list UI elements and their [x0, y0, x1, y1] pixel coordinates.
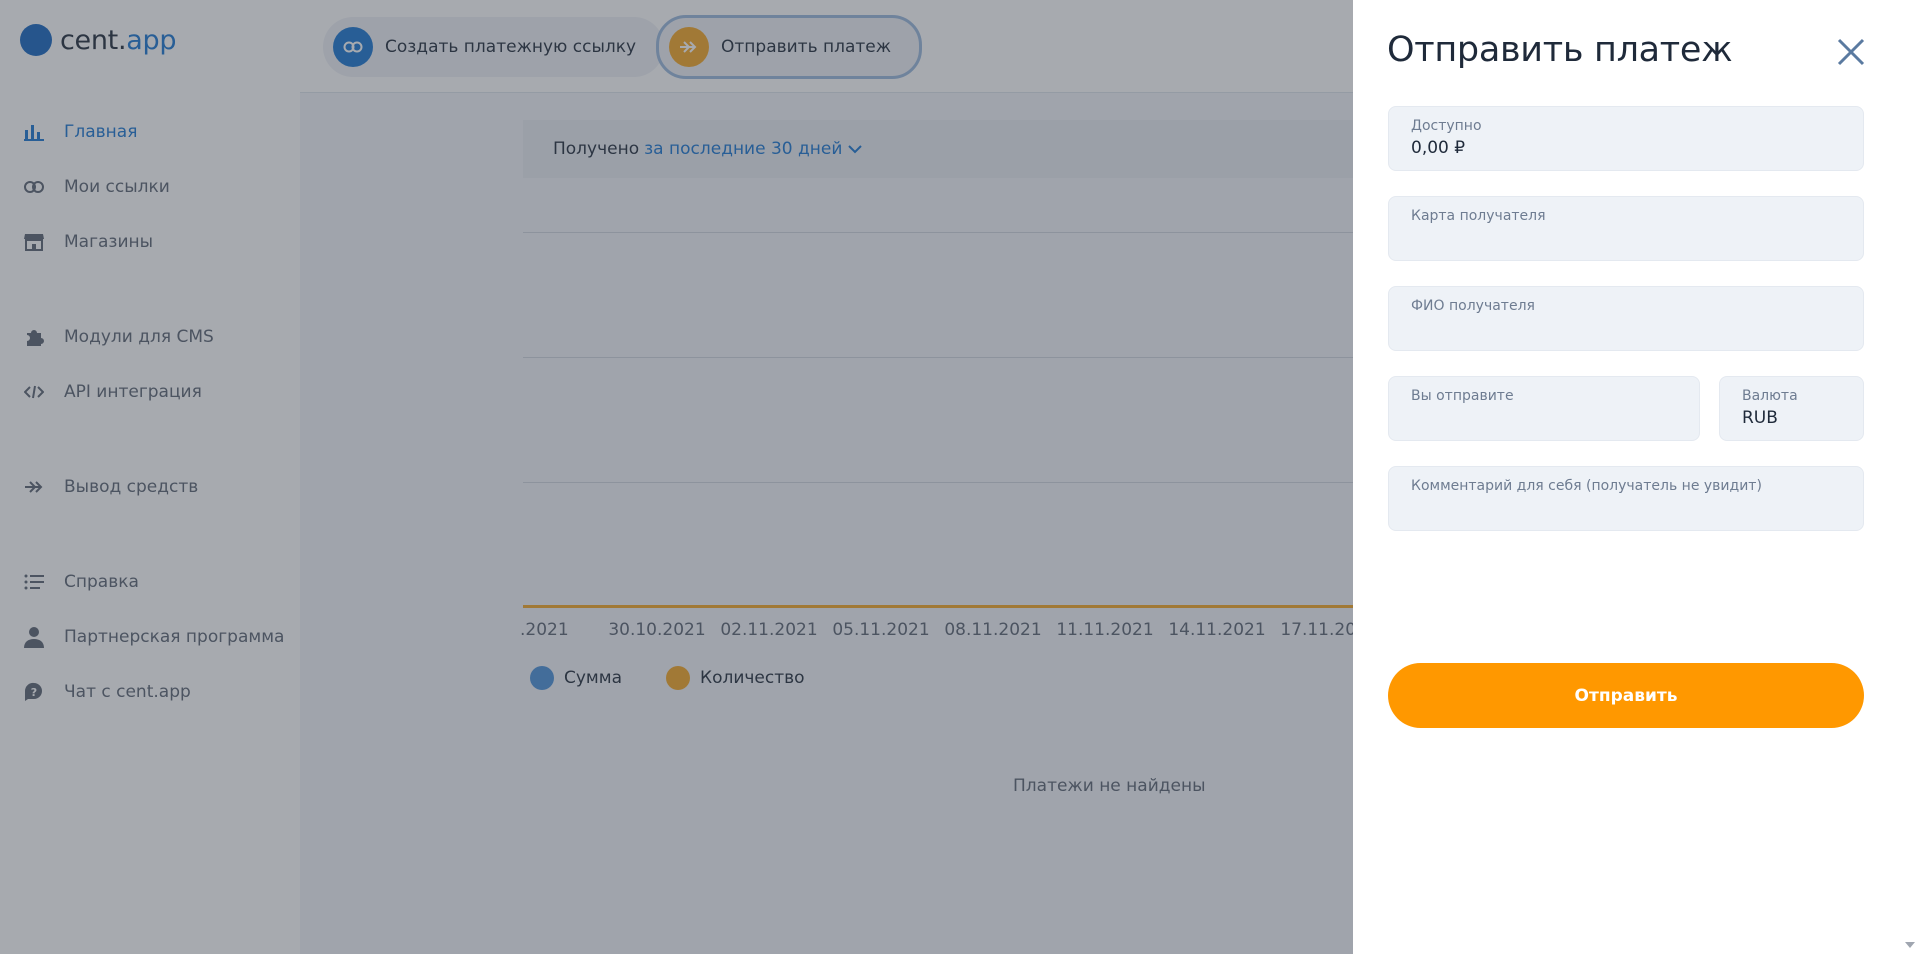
page-scrollbar[interactable]	[1900, 0, 1920, 954]
currency-select[interactable]: Валюта RUB	[1719, 376, 1864, 441]
currency-value: RUB	[1742, 408, 1778, 428]
scroll-down-arrow-icon[interactable]	[1905, 942, 1915, 948]
send-amount-input[interactable]	[1411, 407, 1687, 433]
comment-input[interactable]	[1411, 497, 1851, 523]
recipient-card-input[interactable]	[1411, 227, 1851, 253]
recipient-name-field[interactable]: ФИО получателя	[1388, 286, 1864, 351]
recipient-card-field[interactable]: Карта получателя	[1388, 196, 1864, 261]
send-payment-drawer: Отправить платеж Доступно 0,00 ₽ Карта п…	[1353, 0, 1920, 954]
drawer-title: Отправить платеж	[1387, 30, 1733, 70]
recipient-name-input[interactable]	[1411, 317, 1851, 343]
close-button[interactable]	[1831, 32, 1871, 72]
send-amount-label: Вы отправите	[1411, 388, 1514, 404]
recipient-card-label: Карта получателя	[1411, 208, 1546, 224]
send-amount-field[interactable]: Вы отправите	[1388, 376, 1700, 441]
comment-label: Комментарий для себя (получатель не увид…	[1411, 478, 1762, 494]
available-value: 0,00 ₽	[1411, 138, 1466, 158]
recipient-name-label: ФИО получателя	[1411, 298, 1535, 314]
available-balance-field: Доступно 0,00 ₽	[1388, 106, 1864, 171]
currency-label: Валюта	[1742, 388, 1798, 404]
submit-send-button[interactable]: Отправить	[1388, 663, 1864, 728]
available-label: Доступно	[1411, 118, 1482, 134]
close-icon	[1837, 38, 1865, 66]
comment-field[interactable]: Комментарий для себя (получатель не увид…	[1388, 466, 1864, 531]
modal-backdrop[interactable]	[0, 0, 1353, 954]
